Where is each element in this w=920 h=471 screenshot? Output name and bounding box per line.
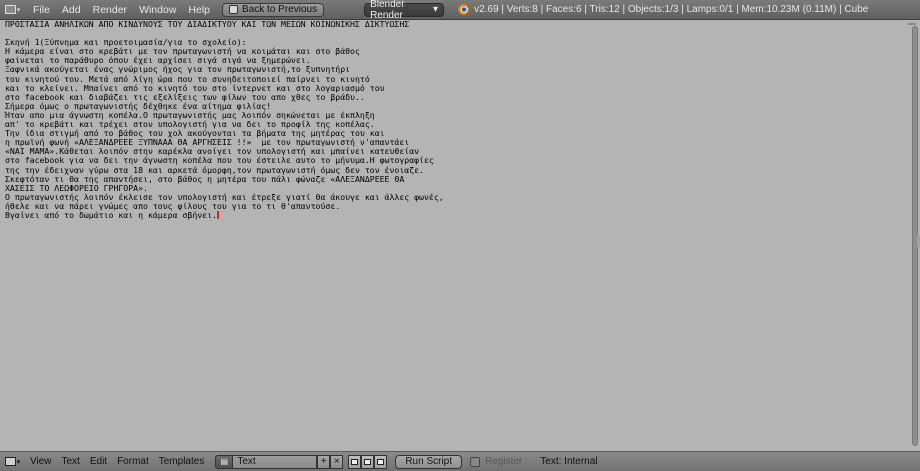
register-label: Register	[485, 456, 523, 467]
syntax-highlight-toggle[interactable]	[374, 454, 388, 469]
text-editor-area[interactable]: ΠΡΟΣΤΑΣΙΑ ΑΝΗΛΙΚΩΝ ΑΠΟ ΚΙΝΔΥΝΟΥΣ ΤΟΥ ΔΙΑ…	[0, 19, 920, 451]
screen-icon	[229, 5, 239, 14]
back-to-previous-label: Back to Previous	[242, 4, 318, 15]
text-browse-icon[interactable]: ▤	[215, 454, 234, 469]
menu-window[interactable]: Window	[133, 4, 182, 16]
text-datablock-name[interactable]: Text	[233, 454, 318, 469]
text-content[interactable]: ΠΡΟΣΤΑΣΙΑ ΑΝΗΛΙΚΩΝ ΑΠΟ ΚΙΝΔΥΝΟΥΣ ΤΟΥ ΔΙΑ…	[5, 19, 444, 220]
editor-type-selector[interactable]: ▾	[4, 455, 21, 469]
checkbox-icon	[470, 456, 481, 467]
chevron-down-icon: ▾	[16, 6, 21, 14]
menu-edit[interactable]: Edit	[85, 456, 112, 467]
chevron-down-icon: ▾	[433, 4, 439, 15]
scene-stats: v2.69 | Verts:8 | Faces:6 | Tris:12 | Ob…	[474, 4, 869, 15]
word-wrap-icon	[364, 458, 372, 465]
register-checkbox[interactable]: Register	[470, 456, 522, 467]
menu-view[interactable]: View	[25, 456, 57, 467]
menu-help[interactable]: Help	[182, 4, 216, 16]
text-datablock-selector: ▤ Text + ×	[215, 454, 344, 469]
area-split-handle[interactable]	[908, 23, 916, 25]
back-to-previous-button[interactable]: Back to Previous	[222, 2, 325, 17]
run-script-button[interactable]: Run Script	[395, 454, 463, 469]
line-numbers-icon	[351, 458, 359, 465]
info-editor-icon	[4, 5, 16, 14]
info-header: ▾ File Add Render Window Help Back to Pr…	[0, 0, 920, 21]
chevron-down-icon: ▾	[16, 458, 21, 466]
word-wrap-toggle[interactable]	[361, 454, 375, 469]
display-toggles	[348, 454, 388, 469]
add-icon[interactable]: +	[317, 454, 331, 469]
blender-logo-icon	[458, 4, 470, 15]
text-status: Text: Internal	[540, 456, 598, 467]
text-line: ΠΡΟΣΤΑΣΙΑ ΑΝΗΛΙΚΩΝ ΑΠΟ ΚΙΝΔΥΝΟΥΣ ΤΟΥ ΔΙΑ…	[5, 19, 410, 29]
menu-file[interactable]: File	[27, 4, 56, 16]
render-engine-dropdown[interactable]: Blender Render ▾	[364, 0, 445, 21]
menu-render[interactable]: Render	[87, 4, 133, 16]
text-line: Βγαίνει από το δωμάτιο και η κάμερα σβήν…	[5, 209, 217, 220]
syntax-highlight-icon	[377, 458, 385, 465]
menu-format[interactable]: Format	[112, 456, 154, 467]
close-icon[interactable]: ×	[330, 454, 344, 469]
menu-templates[interactable]: Templates	[154, 456, 210, 467]
menu-add[interactable]: Add	[56, 4, 87, 16]
text-editor-icon	[4, 457, 16, 466]
text-cursor	[216, 210, 219, 219]
text-editor-header: ▾ View Text Edit Format Templates ▤ Text…	[0, 451, 920, 471]
render-engine-label: Blender Render	[370, 0, 405, 21]
editor-type-selector[interactable]: ▾	[4, 3, 21, 17]
line-numbers-toggle[interactable]	[348, 454, 362, 469]
menu-text[interactable]: Text	[57, 456, 85, 467]
